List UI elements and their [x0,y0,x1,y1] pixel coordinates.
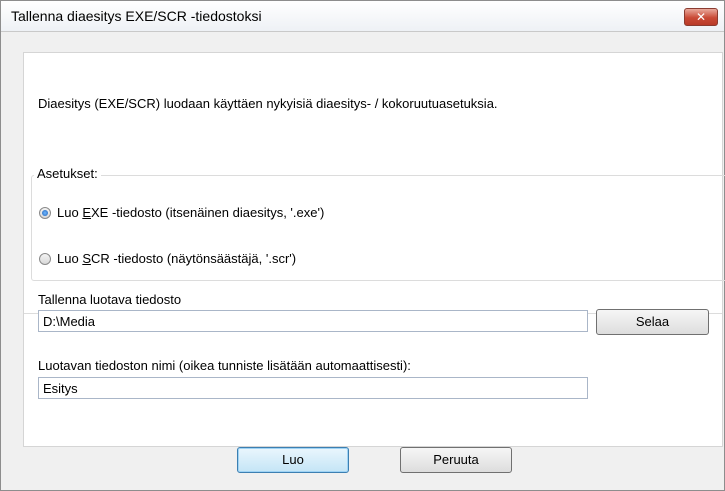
radio-button-exe[interactable] [39,206,51,219]
close-icon: ✕ [695,10,707,24]
settings-group-label: Asetukset: [34,166,101,181]
dialog-window: Tallenna diaesitys EXE/SCR -tiedostoksi … [0,0,725,491]
radio-create-scr[interactable]: Luo SCR -tiedosto (näytönsäästäjä, '.scr… [39,251,296,266]
radio-label-exe: Luo EXE -tiedosto (itsenäinen diaesitys,… [57,205,325,220]
radio-label-scr: Luo SCR -tiedosto (näytönsäästäjä, '.scr… [57,251,297,266]
close-button[interactable]: ✕ [684,8,718,26]
title-bar[interactable]: Tallenna diaesitys EXE/SCR -tiedostoksi … [1,1,724,32]
radio-button-scr[interactable] [39,252,51,265]
options-panel: Diaesitys (EXE/SCR) luodaan käyttäen nyk… [23,52,725,447]
save-location-input[interactable] [38,310,588,332]
radio-create-exe[interactable]: Luo EXE -tiedosto (itsenäinen diaesitys,… [39,205,324,220]
create-button[interactable]: Luo [237,447,349,473]
save-location-label: Tallenna luotava tiedosto [38,292,182,307]
description-text: Diaesitys (EXE/SCR) luodaan käyttäen nyk… [38,96,498,111]
browse-button[interactable]: Selaa [596,309,709,335]
file-name-input[interactable] [38,377,588,399]
window-title: Tallenna diaesitys EXE/SCR -tiedostoksi [11,8,262,24]
file-name-label: Luotavan tiedoston nimi (oikea tunniste … [38,358,411,373]
dialog-client-area: Diaesitys (EXE/SCR) luodaan käyttäen nyk… [1,32,725,490]
cancel-button[interactable]: Peruuta [400,447,512,473]
